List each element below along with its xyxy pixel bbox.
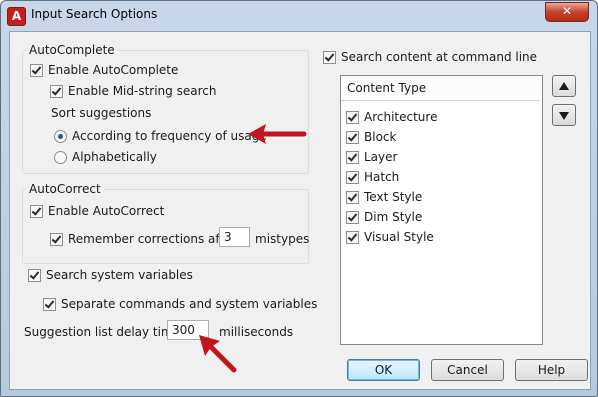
radio-circle (54, 129, 67, 143)
sort-alphabetically-radio[interactable]: Alphabetically (54, 150, 157, 164)
enable-midstring-checkbox[interactable]: Enable Mid-string search (50, 84, 216, 98)
delay-label: Suggestion list delay time (24, 325, 181, 339)
checkbox-box (346, 230, 359, 244)
list-item[interactable]: Visual Style (346, 230, 434, 244)
autocorrect-legend: AutoCorrect (26, 182, 104, 196)
search-content-label: Search content at command line (341, 50, 538, 64)
close-button[interactable]: ✕ (545, 2, 589, 22)
annotation-arrow-delay (199, 335, 237, 373)
list-item-label: Block (364, 130, 397, 144)
window-title: Input Search Options (31, 7, 158, 21)
checkbox-box (30, 63, 43, 77)
radio-circle (54, 150, 67, 164)
list-item[interactable]: Text Style (346, 190, 422, 204)
separate-commands-checkbox[interactable]: Separate commands and system variables (43, 297, 317, 311)
cancel-button[interactable]: Cancel (431, 359, 504, 381)
annotation-arrow-frequency (248, 124, 307, 144)
title-bar[interactable]: A Input Search Options ✕ (1, 1, 597, 31)
sort-frequency-radio[interactable]: According to frequency of usage (54, 129, 267, 143)
checkbox-box (50, 84, 63, 98)
checkbox-box (346, 130, 359, 144)
checkbox-box (346, 190, 359, 204)
list-item-label: Text Style (364, 190, 423, 204)
enable-autocorrect-checkbox[interactable]: Enable AutoCorrect (30, 204, 164, 218)
remember-corrections-label: Remember corrections after (68, 232, 237, 246)
list-item-label: Visual Style (364, 230, 434, 244)
move-up-button[interactable] (552, 75, 576, 97)
autocomplete-legend: AutoComplete (26, 43, 118, 57)
checkbox-box (50, 232, 63, 246)
autocorrect-group (22, 189, 309, 264)
dialog-body: AutoComplete Enable AutoComplete Enable … (9, 31, 591, 390)
sort-frequency-label: According to frequency of usage (72, 129, 267, 143)
search-content-checkbox[interactable]: Search content at command line (323, 50, 537, 64)
mistypes-input[interactable]: 3 (219, 227, 250, 247)
autocad-icon: A (7, 7, 26, 26)
checkbox-box (43, 297, 56, 311)
list-item-label: Dim Style (364, 210, 423, 224)
list-item[interactable]: Architecture (346, 110, 437, 124)
content-type-list[interactable]: Content Type Architecture Block Layer Ha… (340, 75, 543, 345)
checkbox-box (346, 170, 359, 184)
remember-corrections-checkbox[interactable]: Remember corrections after (50, 232, 236, 246)
content-type-header-label: Content Type (347, 81, 427, 95)
help-button[interactable]: Help (515, 359, 588, 381)
list-item-label: Architecture (364, 110, 438, 124)
arrow-down-icon (559, 112, 569, 120)
move-down-button[interactable] (552, 104, 576, 126)
checkbox-box (346, 210, 359, 224)
enable-midstring-label: Enable Mid-string search (68, 84, 217, 98)
checkbox-box (30, 204, 43, 218)
separate-commands-label: Separate commands and system variables (61, 297, 318, 311)
checkbox-box (346, 110, 359, 124)
checkbox-box (28, 268, 41, 282)
sort-alphabetically-label: Alphabetically (72, 150, 157, 164)
list-item[interactable]: Dim Style (346, 210, 422, 224)
list-item-label: Hatch (364, 170, 400, 184)
enable-autocomplete-label: Enable AutoComplete (48, 63, 179, 77)
search-system-variables-checkbox[interactable]: Search system variables (28, 268, 193, 282)
autocad-icon-glyph: A (11, 9, 22, 23)
search-system-variables-label: Search system variables (46, 268, 193, 282)
enable-autocorrect-label: Enable AutoCorrect (48, 204, 165, 218)
checkbox-box (323, 50, 336, 64)
dialog-window: A Input Search Options ✕ AutoComplete En… (0, 0, 598, 397)
list-item[interactable]: Layer (346, 150, 397, 164)
arrow-up-icon (559, 82, 569, 90)
list-item[interactable]: Hatch (346, 170, 399, 184)
content-type-header[interactable]: Content Type (341, 76, 540, 101)
mistypes-suffix: mistypes (255, 232, 310, 246)
ok-button[interactable]: OK (347, 359, 420, 381)
enable-autocomplete-checkbox[interactable]: Enable AutoComplete (30, 63, 178, 77)
list-item[interactable]: Block (346, 130, 396, 144)
checkbox-box (346, 150, 359, 164)
sort-suggestions-label: Sort suggestions (51, 106, 152, 120)
list-item-label: Layer (364, 150, 398, 164)
close-icon: ✕ (561, 4, 573, 18)
